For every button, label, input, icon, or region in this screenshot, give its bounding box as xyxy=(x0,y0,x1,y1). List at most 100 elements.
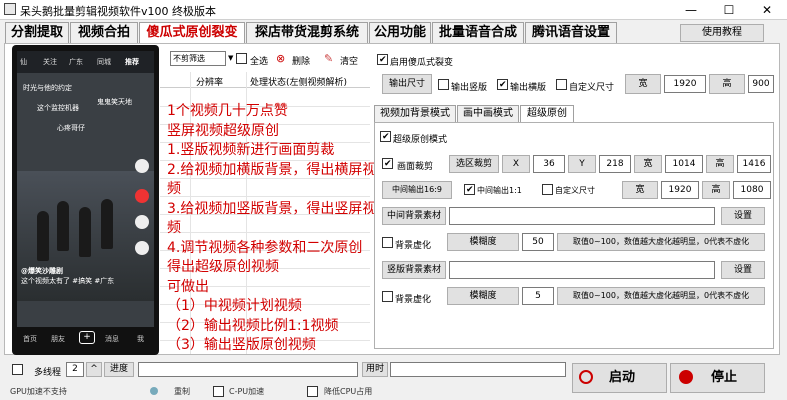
filter-select[interactable]: 不剪筛选 xyxy=(170,51,226,66)
phone-bottom-item[interactable]: 消息 xyxy=(105,334,119,344)
video-caption: @爆笑沙雕剧 这个视频太有了 #搞笑 #广东 xyxy=(21,266,146,286)
stop-button[interactable]: 停止 xyxy=(670,363,765,393)
broom-icon[interactable]: ✎ xyxy=(324,52,333,65)
width-label: 宽 xyxy=(625,74,661,94)
avatar[interactable] xyxy=(135,159,149,173)
output-vertical-checkbox[interactable] xyxy=(438,79,449,93)
mid-11-checkbox[interactable] xyxy=(464,184,475,198)
width-input[interactable]: 1920 xyxy=(664,75,706,93)
select-crop-button[interactable]: 选区裁剪 xyxy=(449,155,499,173)
low-cpu-checkbox[interactable] xyxy=(307,386,318,400)
progress-label: 进度 xyxy=(104,362,134,377)
phone-bottom-item[interactable]: 我 xyxy=(137,334,144,344)
minimize-button[interactable]: — xyxy=(672,0,710,20)
delete-button[interactable]: 删除 xyxy=(292,54,310,67)
super-mode-checkbox[interactable] xyxy=(380,131,391,145)
maximize-button[interactable]: ☐ xyxy=(710,0,748,20)
blur1-checkbox[interactable] xyxy=(382,237,393,251)
cpu-acc-checkbox[interactable] xyxy=(213,386,224,400)
phone-bottom-item[interactable]: 朋友 xyxy=(51,334,65,344)
tab-video-merge[interactable]: 视频合拍 xyxy=(70,22,138,43)
share-icon[interactable] xyxy=(135,241,149,255)
phone-bottom-nav: 首页 朋友 + 消息 我 xyxy=(17,327,154,349)
progress-bar xyxy=(138,362,358,377)
tab-store-mix[interactable]: 探店带货混剪系统 xyxy=(246,22,368,43)
blur2-checkbox[interactable] xyxy=(382,291,393,305)
enable-fission-label: 启用傻瓜式裂变 xyxy=(390,58,454,68)
tab-foolproof-fission[interactable]: 傻瓜式原创裂变 xyxy=(139,22,245,43)
dedup-icon xyxy=(150,387,158,395)
x-input[interactable]: 36 xyxy=(533,155,565,173)
phone-screen: 仙 关注 广东 同城 推荐 时光与他的约定 这个监控机器 鬼鬼笑天地 心疼哥仔 … xyxy=(17,51,154,349)
tab-tencent-voice[interactable]: 腾讯语音设置 xyxy=(525,22,617,43)
author-handle: @爆笑沙雕剧 xyxy=(21,267,63,275)
promo-line: 竖屏视频超级原创 xyxy=(167,122,279,139)
comment-icon[interactable] xyxy=(135,215,149,229)
low-cpu-label: 降低CPU占用 xyxy=(324,387,373,396)
tab-split-extract[interactable]: 分割提取 xyxy=(5,22,69,43)
output-horizontal-label: 输出横版 xyxy=(510,83,547,93)
thread-count-input[interactable]: 2 xyxy=(66,362,84,377)
stop-label: 停止 xyxy=(711,370,738,385)
vert-bg-set-button[interactable]: 设置 xyxy=(721,261,765,279)
elapsed-input xyxy=(390,362,566,377)
mid-bg-set-button[interactable]: 设置 xyxy=(721,207,765,225)
title-bar: 呆头鹅批量剪辑视频软件v100 终极版本 — ☐ ✕ xyxy=(0,0,787,20)
grid-col-resolution: 分辨率 xyxy=(196,78,224,88)
height-input[interactable]: 900 xyxy=(748,75,774,93)
delete-icon[interactable]: ⊗ xyxy=(276,52,285,65)
phone-bottom-item[interactable]: 首页 xyxy=(23,334,37,344)
like-icon[interactable] xyxy=(135,189,149,203)
tab-common[interactable]: 公用功能 xyxy=(369,22,431,43)
mid-11-label: 中间输出1:1 xyxy=(477,186,522,195)
tab-bg-mode[interactable]: 视频加背景模式 xyxy=(374,105,456,122)
blur1-input[interactable]: 50 xyxy=(522,233,554,251)
start-button[interactable]: 启动 xyxy=(572,363,667,393)
close-button[interactable]: ✕ xyxy=(748,0,786,20)
promo-line: 1个视频几十万点赞 xyxy=(167,103,288,119)
person-figure xyxy=(79,207,91,257)
dedup-label[interactable]: 重制 xyxy=(174,386,190,397)
crop-w-input[interactable]: 1014 xyxy=(665,155,703,173)
output-size-button[interactable]: 输出尺寸 xyxy=(382,74,432,94)
phone-nav-item: 同城 xyxy=(97,58,111,66)
mid-169-button[interactable]: 中间输出16:9 xyxy=(382,181,452,199)
y-input[interactable]: 218 xyxy=(599,155,631,173)
plus-icon[interactable]: + xyxy=(79,331,95,344)
mid-bg-path[interactable] xyxy=(449,207,715,225)
vert-bg-path[interactable] xyxy=(449,261,715,279)
clear-button[interactable]: 清空 xyxy=(340,54,358,67)
custom-size-checkbox[interactable] xyxy=(556,79,567,93)
blur2-input[interactable]: 5 xyxy=(522,287,554,305)
cw-input[interactable]: 1920 xyxy=(661,181,699,199)
select-all-checkbox[interactable] xyxy=(236,53,247,67)
tab-batch-tts[interactable]: 批量语音合成 xyxy=(432,22,524,43)
tutorial-button[interactable]: 使用教程 xyxy=(680,24,764,42)
ch-label: 高 xyxy=(702,181,730,199)
output-vertical-label: 输出竖版 xyxy=(451,83,488,93)
custom-size2-checkbox[interactable] xyxy=(542,184,553,198)
phone-nav: 仙 关注 广东 同城 推荐 xyxy=(17,51,154,73)
x-label: X xyxy=(502,155,530,173)
multithread-checkbox[interactable] xyxy=(12,364,23,378)
height-label: 高 xyxy=(709,74,745,94)
select-all-label: 全选 xyxy=(250,57,269,67)
crop-checkbox[interactable] xyxy=(382,158,393,172)
stop-icon xyxy=(679,370,693,384)
output-horizontal-checkbox[interactable] xyxy=(497,79,508,93)
crop-h-input[interactable]: 1416 xyxy=(737,155,771,173)
ch-input[interactable]: 1080 xyxy=(733,181,771,199)
tab-pip-mode[interactable]: 画中画模式 xyxy=(457,105,519,122)
tab-super-original[interactable]: 超级原创 xyxy=(520,105,574,122)
enable-fission-checkbox[interactable] xyxy=(377,54,388,68)
danmaku: 时光与他的约定 xyxy=(23,84,72,92)
stepper-up-icon[interactable]: ^ xyxy=(86,362,102,377)
danmaku: 鬼鬼笑天地 xyxy=(97,98,132,106)
mid-bg-button[interactable]: 中间背景素材 xyxy=(382,207,446,225)
promo-line: 1.竖版视频新进行画面剪裁 xyxy=(167,142,335,158)
blur1-degree-label: 模糊度 xyxy=(447,233,519,251)
vert-bg-button[interactable]: 竖版背景素材 xyxy=(382,261,446,279)
elapsed-label: 用时 xyxy=(362,362,388,377)
promo-text: 1个视频几十万点赞 竖屏视频超级原创 1.竖版视频新进行画面剪裁 2.给视频加横… xyxy=(167,102,377,356)
blur1-label: 背景虚化 xyxy=(395,241,432,251)
